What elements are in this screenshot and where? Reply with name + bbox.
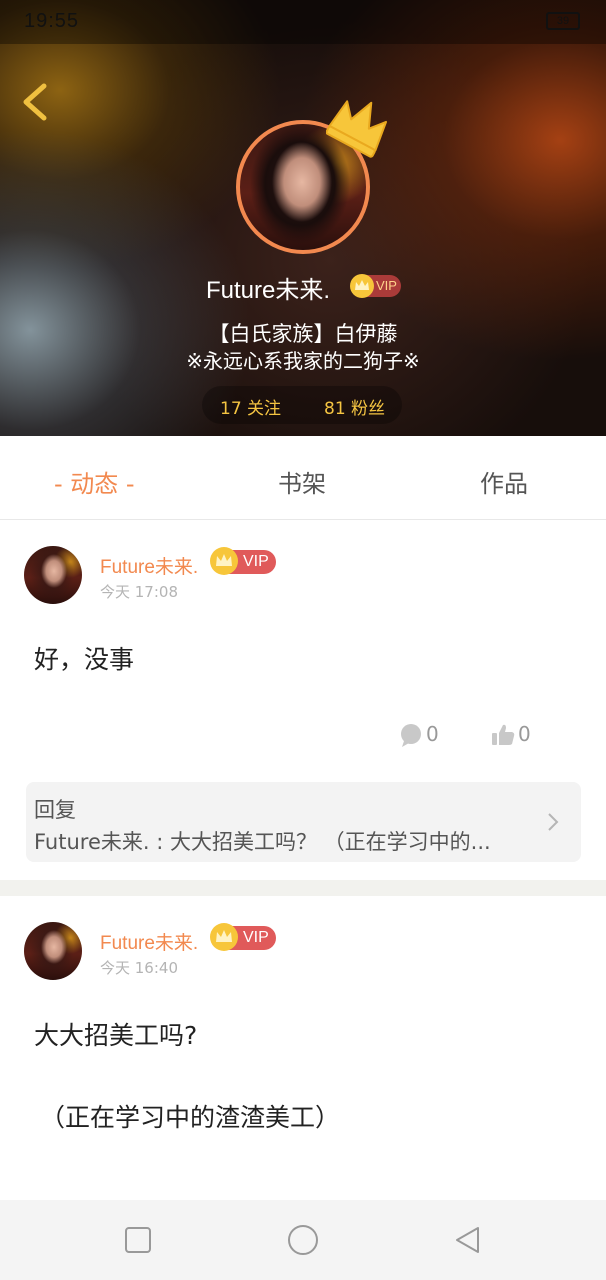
post-time: 今天 17:08 bbox=[100, 583, 178, 601]
post-content: 好，没事 bbox=[34, 645, 135, 674]
tab-works[interactable]: 作品 bbox=[480, 464, 528, 499]
section-divider bbox=[0, 880, 606, 896]
crown-icon bbox=[210, 547, 238, 575]
battery-icon: 39 bbox=[546, 12, 580, 30]
vip-label: VIP bbox=[243, 553, 269, 570]
post-author-avatar[interactable] bbox=[24, 546, 82, 604]
fans-count[interactable]: 81 粉丝 bbox=[324, 394, 385, 419]
profile-stats: 17 关注 81 粉丝 bbox=[202, 386, 402, 424]
system-nav-bar bbox=[0, 1200, 606, 1280]
like-count: 0 bbox=[518, 722, 531, 746]
post-time: 今天 16:40 bbox=[100, 959, 178, 977]
reply-label: 回复 bbox=[34, 798, 76, 822]
profile-screen: 19:55 39 Future未来. VIP 【白氏家族】白伊藤 ※永远心系我家… bbox=[0, 0, 606, 1280]
vip-badge: VIP bbox=[210, 923, 276, 951]
thumbs-up-icon bbox=[492, 724, 515, 745]
vip-label: VIP bbox=[376, 278, 397, 293]
feed-post: Future未来. VIP 今天 16:40 大大招美工吗? （正在学习中的渣渣… bbox=[0, 896, 606, 1200]
profile-header: 19:55 39 Future未来. VIP 【白氏家族】白伊藤 ※永远心系我家… bbox=[0, 0, 606, 436]
profile-name: Future未来. bbox=[206, 277, 331, 304]
recent-apps-button[interactable] bbox=[122, 1224, 154, 1256]
chevron-right-icon bbox=[548, 813, 559, 831]
comment-count: 0 bbox=[426, 722, 439, 746]
circle-icon bbox=[288, 1225, 318, 1255]
post-author-name[interactable]: Future未来. bbox=[100, 552, 198, 579]
triangle-back-icon bbox=[456, 1227, 479, 1253]
feed-post: Future未来. VIP 今天 17:08 好，没事 0 0 回复 Futur… bbox=[0, 520, 606, 880]
tab-dynamic[interactable]: - 动态 - bbox=[54, 464, 135, 499]
comment-icon bbox=[401, 724, 421, 747]
status-time: 19:55 bbox=[24, 10, 80, 32]
post-author-avatar[interactable] bbox=[24, 922, 82, 980]
post-content-line1: 大大招美工吗? bbox=[34, 1021, 198, 1050]
post-author-name[interactable]: Future未来. bbox=[100, 928, 198, 955]
vip-badge: VIP bbox=[350, 274, 401, 298]
back-arrow-icon bbox=[23, 83, 47, 121]
tab-bookshelf[interactable]: 书架 bbox=[278, 464, 326, 499]
crown-icon bbox=[326, 100, 387, 158]
nav-back-button[interactable] bbox=[452, 1224, 484, 1256]
square-icon bbox=[125, 1227, 151, 1253]
reply-quote: Future未来. : 大大招美工吗？ （正在学习中的... bbox=[34, 830, 491, 854]
home-button[interactable] bbox=[287, 1224, 319, 1256]
comment-button[interactable]: 0 bbox=[398, 720, 448, 748]
tab-bar: - 动态 - 书架 作品 bbox=[0, 436, 606, 520]
vip-badge: VIP bbox=[210, 547, 276, 575]
post-content-line2: （正在学习中的渣渣美工） bbox=[40, 1103, 341, 1132]
reply-preview[interactable]: 回复 Future未来. : 大大招美工吗？ （正在学习中的... bbox=[26, 782, 581, 862]
crown-icon bbox=[210, 923, 238, 951]
back-button[interactable] bbox=[14, 80, 54, 124]
like-button[interactable]: 0 bbox=[490, 720, 540, 748]
vip-label: VIP bbox=[243, 929, 269, 946]
profile-bio-line2: ※永远心系我家的二狗子※ bbox=[186, 349, 420, 373]
crown-icon bbox=[350, 274, 374, 298]
status-bar: 19:55 39 bbox=[0, 0, 606, 44]
profile-bio-line1: 【白氏家族】白伊藤 bbox=[208, 322, 398, 346]
follow-count[interactable]: 17 关注 bbox=[220, 394, 281, 419]
